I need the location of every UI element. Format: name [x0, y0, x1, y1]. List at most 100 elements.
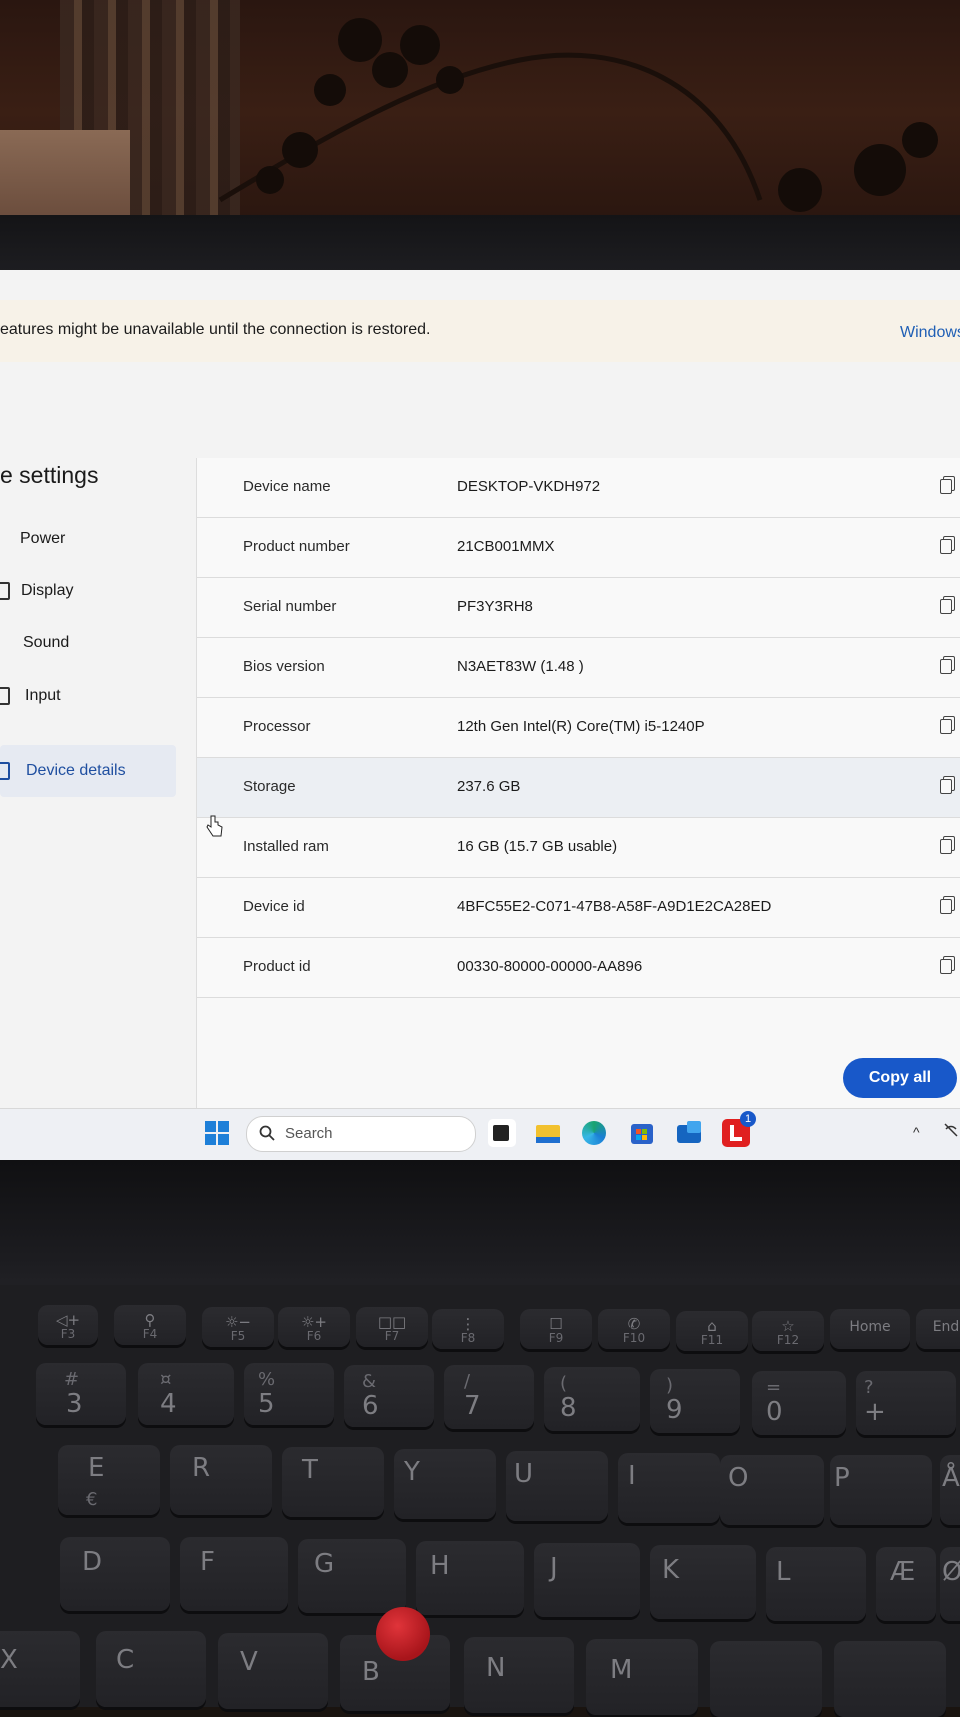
banner-message: eatures might be unavailable until the c… [0, 321, 431, 338]
screen: eatures might be unavailable until the c… [0, 270, 960, 1160]
copy-all-button[interactable]: Copy all [843, 1058, 957, 1098]
lenovo-vantage-icon[interactable]: 1 [722, 1111, 756, 1147]
key-k: K [650, 1545, 756, 1619]
key-e: E € [58, 1445, 160, 1515]
key-0: = 0 [752, 1371, 846, 1435]
chevron-up-icon[interactable]: ^ [913, 1124, 920, 1140]
edge-icon[interactable] [580, 1119, 608, 1147]
key-u: U [506, 1451, 608, 1521]
copy-icon[interactable] [940, 776, 955, 794]
sidebar-item-label: Device details [26, 762, 126, 779]
detail-label: Product id [243, 958, 311, 975]
sidebar-item-label: Power [20, 530, 66, 547]
key-i: I [618, 1453, 720, 1523]
store-icon[interactable] [628, 1119, 656, 1147]
detail-row-device-name: Device name DESKTOP-VKDH972 [197, 458, 960, 518]
start-icon[interactable] [205, 1121, 229, 1145]
outlook-icon[interactable] [675, 1119, 703, 1147]
copy-icon[interactable] [940, 596, 955, 614]
detail-label: Processor [243, 718, 311, 735]
detail-label: Serial number [243, 598, 337, 615]
detail-value: 00330-80000-00000-AA896 [457, 958, 643, 975]
detail-label: Device name [243, 478, 331, 495]
detail-label: Bios version [243, 658, 325, 675]
key-t: T [282, 1447, 384, 1517]
key-9: ) 9 [650, 1369, 740, 1433]
key-period [834, 1641, 946, 1717]
key-p: P [830, 1455, 932, 1525]
copy-icon[interactable] [940, 476, 955, 494]
detail-label: Storage [243, 778, 296, 795]
taskbar: Search 1 ^ [0, 1108, 960, 1160]
copy-icon[interactable] [940, 716, 955, 734]
copy-icon[interactable] [940, 836, 955, 854]
task-view-icon[interactable] [488, 1119, 516, 1147]
key-f: F [180, 1537, 288, 1611]
key-4: ¤ 4 [138, 1363, 234, 1425]
input-icon [0, 687, 10, 705]
hand-cursor-icon [206, 815, 223, 837]
trackpoint[interactable] [376, 1607, 430, 1661]
detail-row-storage: Storage 237.6 GB [197, 758, 960, 818]
device-details-icon [0, 762, 10, 780]
detail-value: 16 GB (15.7 GB usable) [457, 838, 618, 855]
key-m: M [586, 1639, 698, 1715]
key-r: R [170, 1445, 272, 1515]
key-f11: ⌂ F11 [676, 1311, 748, 1351]
sidebar-item-label: Display [21, 582, 74, 599]
detail-label: Installed ram [243, 838, 329, 855]
sidebar-item-input[interactable]: Input [0, 670, 176, 722]
network-off-icon[interactable] [944, 1123, 958, 1137]
key-8: (8 [544, 1367, 640, 1431]
key-f4: ⚲ F4 [114, 1305, 186, 1345]
sidebar-item-display[interactable]: Display [0, 565, 176, 617]
lamp [0, 130, 130, 220]
detail-row-product-id: Product id 00330-80000-00000-AA896 [197, 938, 960, 998]
sidebar-item-power[interactable]: Power [0, 513, 176, 565]
sidebar-item-device-details[interactable]: Device details [0, 745, 176, 797]
key-home: Home [830, 1309, 910, 1349]
key-f8: ⋮ F8 [432, 1309, 504, 1349]
detail-row-device-id: Device id 4BFC55E2-C071-47B8-A58F-A9D1E2… [197, 878, 960, 938]
key-ae: Æ [876, 1547, 936, 1621]
banner-link[interactable]: Windows [900, 324, 960, 342]
detail-value: 12th Gen Intel(R) Core(TM) i5-1240P [457, 718, 705, 735]
copy-icon[interactable] [940, 896, 955, 914]
detail-value: DESKTOP-VKDH972 [457, 478, 601, 495]
detail-row-bios-version: Bios version N3AET83W (1.48 ) [197, 638, 960, 698]
taskbar-search[interactable]: Search [246, 1116, 476, 1152]
sidebar-item-label: Input [25, 687, 61, 704]
copy-icon[interactable] [940, 656, 955, 674]
key-oslash: Ø [940, 1547, 960, 1621]
key-end: End [916, 1309, 960, 1349]
sidebar-item-sound[interactable]: Sound [0, 617, 176, 669]
key-l: L [766, 1547, 866, 1621]
key-f10: ✆ F10 [598, 1309, 670, 1349]
copy-icon[interactable] [940, 536, 955, 554]
key-comma [710, 1641, 822, 1717]
key-5: % 5 [244, 1363, 334, 1425]
laptop-bottom-bezel [0, 1160, 960, 1300]
copy-icon[interactable] [940, 956, 955, 974]
detail-row-processor: Processor 12th Gen Intel(R) Core(TM) i5-… [197, 698, 960, 758]
key-n: N [464, 1637, 574, 1713]
key-j: J [534, 1543, 640, 1617]
notification-badge: 1 [740, 1111, 756, 1127]
page-title: e settings [0, 462, 99, 488]
dried-flower-decoration [218, 18, 938, 212]
key-aring: Å [940, 1455, 960, 1525]
file-explorer-icon[interactable] [534, 1119, 562, 1147]
key-f6: ☼+ F6 [278, 1307, 350, 1347]
detail-value: 4BFC55E2-C071-47B8-A58F-A9D1E2CA28ED [457, 898, 772, 915]
key-d: D [60, 1537, 170, 1611]
detail-value: 237.6 GB [457, 778, 521, 795]
key-o: O [720, 1455, 824, 1525]
key-f7: □□ F7 [356, 1307, 428, 1347]
key-f9: ☐ F9 [520, 1309, 592, 1349]
key-x: X [0, 1631, 80, 1707]
key-c: C [96, 1631, 206, 1707]
key-f3: ◁+ F3 [38, 1305, 98, 1345]
key-6: & 6 [344, 1365, 434, 1427]
key-g: G [298, 1539, 406, 1613]
detail-row-product-number: Product number 21CB001MMX [197, 518, 960, 578]
